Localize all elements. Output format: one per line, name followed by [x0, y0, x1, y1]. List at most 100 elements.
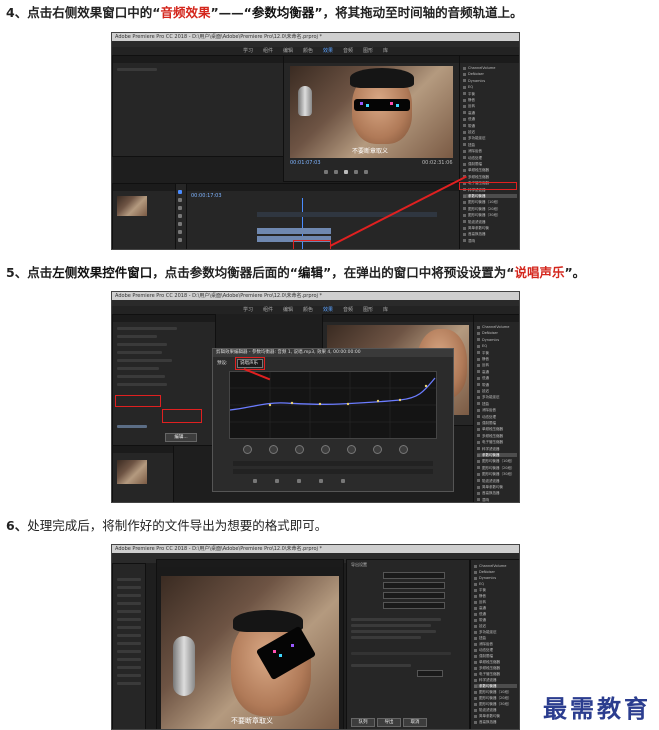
effect-list-item[interactable]: EQ	[474, 582, 517, 586]
effect-list-item[interactable]: 混响	[477, 498, 517, 502]
effect-list-item[interactable]: 图形均衡器（20段）	[474, 696, 517, 700]
effect-list-item[interactable]: Dynamics	[477, 338, 517, 342]
effect-list-item[interactable]: 音高换挡器	[463, 232, 517, 236]
effect-list-item[interactable]: 单频段压缩器	[474, 660, 517, 664]
effect-list-item[interactable]: 图形均衡器（30段）	[474, 702, 517, 706]
workspace-tab-active[interactable]: 效果	[323, 306, 333, 314]
effect-list-item[interactable]: 反转	[474, 600, 517, 604]
effect-list-item[interactable]: 简单参数均衡	[477, 485, 517, 489]
effect-list-item[interactable]: 扭曲	[463, 143, 517, 147]
effect-list-item[interactable]: 图形均衡器（20段）	[463, 207, 517, 211]
effect-list-item[interactable]: 混响	[463, 239, 517, 243]
effect-list-item[interactable]: 多频段压缩器	[477, 434, 517, 438]
effect-list-item[interactable]: 多频段压缩器	[474, 666, 517, 670]
effect-list-item[interactable]: 延迟	[463, 130, 517, 134]
settings-field[interactable]	[417, 670, 443, 677]
clip-thumbnail[interactable]	[117, 460, 147, 484]
effect-list-item[interactable]: 低通	[463, 117, 517, 121]
effect-list-item[interactable]: 高通	[477, 370, 517, 374]
effect-list-item[interactable]: EQ	[477, 344, 517, 348]
workspace-tab[interactable]: 组件	[263, 47, 273, 55]
step-forward-icon[interactable]	[364, 170, 368, 174]
eq-graph[interactable]	[229, 371, 437, 439]
export-button[interactable]: 导出	[377, 718, 401, 727]
eq-gain-knob[interactable]	[373, 445, 382, 454]
effect-list-item[interactable]: 图形均衡器（10段）	[463, 200, 517, 204]
workspace-tab[interactable]: 组件	[263, 306, 273, 314]
preset-select[interactable]	[383, 582, 445, 589]
effect-list-item[interactable]: DeNoiser	[477, 331, 517, 335]
ripple-tool-icon[interactable]	[178, 206, 182, 210]
radio-option[interactable]	[253, 479, 257, 483]
eq-gain-knob[interactable]	[321, 445, 330, 454]
effect-list-item[interactable]: 低通	[477, 376, 517, 380]
comments-field[interactable]	[383, 592, 445, 599]
effect-list-item[interactable]: 静音	[474, 594, 517, 598]
effect-list-item[interactable]: 静音	[463, 98, 517, 102]
eq-gain-knob[interactable]	[269, 445, 278, 454]
effect-list-item[interactable]: 强制限幅	[474, 654, 517, 658]
effect-list-item[interactable]: 平衡	[477, 351, 517, 355]
effect-list-item[interactable]: 简单参数均衡	[474, 714, 517, 718]
effect-list-item[interactable]: 反转	[477, 363, 517, 367]
effect-list-item[interactable]: 延迟	[477, 389, 517, 393]
effect-list-item[interactable]: DeNoiser	[474, 570, 517, 574]
workspace-tab[interactable]: 库	[383, 47, 388, 55]
forward-icon[interactable]	[354, 170, 358, 174]
effect-list-item[interactable]: 消除齿音	[474, 642, 517, 646]
effect-list-item[interactable]: 扭曲	[474, 636, 517, 640]
play-icon[interactable]	[344, 170, 348, 174]
effect-list-item[interactable]: 高通	[463, 111, 517, 115]
effect-list-item[interactable]: 扭曲	[477, 402, 517, 406]
workspace-tab[interactable]: 编辑	[283, 47, 293, 55]
checkbox-option[interactable]	[341, 479, 345, 483]
effect-list-item[interactable]: ChannelVolume	[477, 325, 517, 329]
radio-option[interactable]	[297, 479, 301, 483]
video-track[interactable]	[257, 212, 437, 217]
effect-list-item[interactable]: Dynamics	[474, 576, 517, 580]
clip-thumbnail[interactable]	[117, 196, 147, 216]
effect-list-item[interactable]: 图形均衡器（30段）	[463, 213, 517, 217]
workspace-tab[interactable]: 颜色	[303, 47, 313, 55]
settings-tabs[interactable]	[351, 652, 451, 655]
effect-list-item[interactable]: 音高换挡器	[477, 491, 517, 495]
effect-list-item[interactable]: 陷波滤波器	[474, 708, 517, 712]
selection-tool-icon[interactable]	[178, 190, 182, 194]
track-select-tool-icon[interactable]	[178, 198, 182, 202]
effect-list-item[interactable]: 图形均衡器（10段）	[474, 690, 517, 694]
effect-list-item[interactable]: 陷波滤波器	[463, 220, 517, 224]
slip-tool-icon[interactable]	[178, 222, 182, 226]
effect-list-item[interactable]: 单频段压缩器	[477, 427, 517, 431]
effect-list-item[interactable]: 电子管压缩器	[477, 440, 517, 444]
effect-list-item[interactable]: 反转	[463, 104, 517, 108]
effect-list-item[interactable]: 消除齿音	[463, 149, 517, 153]
effect-list-item[interactable]: 平衡	[463, 92, 517, 96]
effect-list-item[interactable]: 静音	[477, 357, 517, 361]
eq-gain-knob[interactable]	[243, 445, 252, 454]
effect-list-item[interactable]: 带通	[463, 124, 517, 128]
radio-option[interactable]	[275, 479, 279, 483]
effect-list-item[interactable]: 图形均衡器（20段）	[477, 466, 517, 470]
effect-list-item[interactable]: 图形均衡器（30段）	[477, 472, 517, 476]
cancel-button[interactable]: 取消	[403, 718, 427, 727]
effect-list-item[interactable]: 强制限幅	[477, 421, 517, 425]
workspace-tab[interactable]: 音频	[343, 306, 353, 314]
edit-button[interactable]: 编辑...	[165, 433, 197, 442]
effect-list-item[interactable]: ChannelVolume	[474, 564, 517, 568]
effect-list-item[interactable]: 多功能延迟	[474, 630, 517, 634]
effect-list-item[interactable]: 多功能延迟	[463, 136, 517, 140]
rewind-icon[interactable]	[334, 170, 338, 174]
workspace-tab[interactable]: 图形	[363, 306, 373, 314]
effect-list-item[interactable]: 消除齿音	[477, 408, 517, 412]
razor-tool-icon[interactable]	[178, 214, 182, 218]
workspace-tab-active[interactable]: 效果	[323, 47, 333, 55]
effect-list-item[interactable]: 多频段压缩器	[463, 175, 517, 179]
effect-list-item[interactable]: 强制限幅	[463, 162, 517, 166]
checkbox-option[interactable]	[319, 479, 323, 483]
workspace-tab[interactable]: 库	[383, 306, 388, 314]
pen-tool-icon[interactable]	[178, 230, 182, 234]
effect-list-item[interactable]: 音高换挡器	[474, 720, 517, 724]
effect-list-item[interactable]: 动态处理	[463, 156, 517, 160]
effect-list-item[interactable]: 动态处理	[477, 415, 517, 419]
param-eq-row[interactable]	[117, 425, 147, 428]
